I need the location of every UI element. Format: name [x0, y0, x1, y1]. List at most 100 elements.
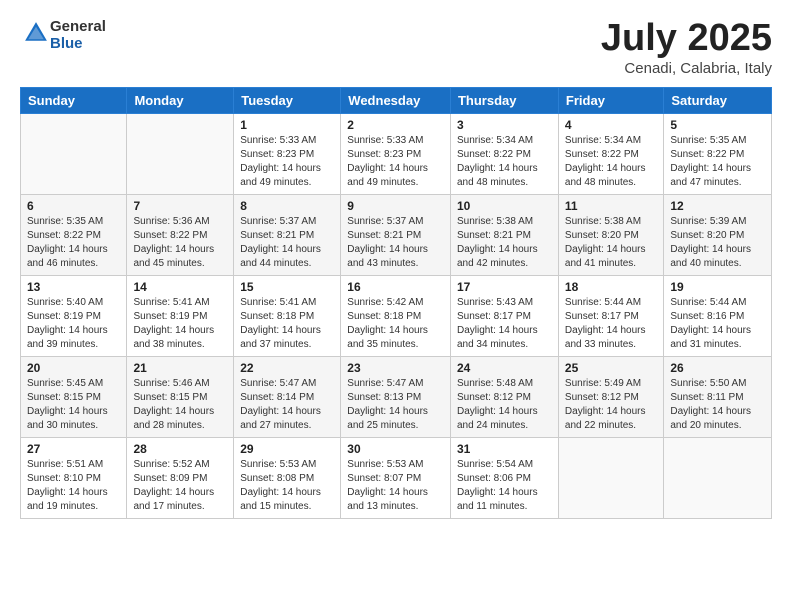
calendar-header-row: SundayMondayTuesdayWednesdayThursdayFrid… [21, 87, 772, 113]
calendar-cell: 7Sunrise: 5:36 AMSunset: 8:22 PMDaylight… [127, 194, 234, 275]
cell-content: Sunrise: 5:53 AMSunset: 8:07 PMDaylight:… [347, 458, 444, 514]
calendar-cell: 5 Sunrise: 5:35 AMSunset: 8:22 PMDaylight… [664, 113, 772, 194]
calendar-cell: 29 Sunrise: 5:53 AMSunset: 8:08 PMDayligh… [234, 437, 341, 518]
day-number: 8 [240, 199, 334, 213]
calendar-cell: 2 Sunrise: 5:33 AMSunset: 8:23 PMDaylight… [341, 113, 451, 194]
day-number: 18 [565, 280, 657, 294]
cell-content: Sunrise: 5:34 AMSunset: 8:22 PMDaylight:… [457, 134, 552, 190]
calendar-cell: 19 Sunrise: 5:44 AMSunset: 8:16 PMDayligh… [664, 275, 772, 356]
day-number: 4 [565, 118, 657, 132]
day-number: 10 [457, 199, 552, 213]
day-number: 19 [670, 280, 765, 294]
cell-content: Sunrise: 5:47 AMSunset: 8:13 PMDaylight:… [347, 377, 444, 433]
cell-content: Sunrise: 5:39 AMSunset: 8:20 PMDaylight:… [670, 215, 765, 271]
calendar-cell: 3 Sunrise: 5:34 AMSunset: 8:22 PMDaylight… [450, 113, 558, 194]
calendar-cell: 24Sunrise: 5:48 AMSunset: 8:12 PMDayligh… [450, 356, 558, 437]
day-number: 3 [457, 118, 552, 132]
month-title: July 2025 [601, 18, 772, 60]
day-number: 23 [347, 361, 444, 375]
cell-content: Sunrise: 5:51 AMSunset: 8:10 PMDaylight:… [27, 458, 120, 514]
cell-content: Sunrise: 5:46 AMSunset: 8:15 PMDaylight:… [133, 377, 227, 433]
cell-content: Sunrise: 5:43 AMSunset: 8:17 PMDaylight:… [457, 296, 552, 352]
day-number: 31 [457, 442, 552, 456]
cell-content: Sunrise: 5:52 AMSunset: 8:09 PMDaylight:… [133, 458, 227, 514]
calendar-cell: 14 Sunrise: 5:41 AMSunset: 8:19 PMDayligh… [127, 275, 234, 356]
calendar-cell [558, 437, 663, 518]
day-number: 9 [347, 199, 444, 213]
calendar-cell: 4 Sunrise: 5:34 AMSunset: 8:22 PMDaylight… [558, 113, 663, 194]
col-header-thursday: Thursday [450, 87, 558, 113]
calendar-cell: 17 Sunrise: 5:43 AMSunset: 8:17 PMDayligh… [450, 275, 558, 356]
calendar-cell: 10 Sunrise: 5:38 AMSunset: 8:21 PMDayligh… [450, 194, 558, 275]
week-row-1: 1 Sunrise: 5:33 AMSunset: 8:23 PMDaylight… [21, 113, 772, 194]
day-number: 2 [347, 118, 444, 132]
logo-general: General [50, 18, 106, 35]
calendar: SundayMondayTuesdayWednesdayThursdayFrid… [20, 87, 772, 519]
day-number: 15 [240, 280, 334, 294]
day-number: 28 [133, 442, 227, 456]
week-row-2: 6 Sunrise: 5:35 AMSunset: 8:22 PMDaylight… [21, 194, 772, 275]
day-number: 21 [133, 361, 227, 375]
calendar-cell: 6 Sunrise: 5:35 AMSunset: 8:22 PMDaylight… [21, 194, 127, 275]
calendar-cell [664, 437, 772, 518]
cell-content: Sunrise: 5:33 AMSunset: 8:23 PMDaylight:… [347, 134, 444, 190]
header: General Blue July 2025 Cenadi, Calabria,… [20, 18, 772, 77]
cell-content: Sunrise: 5:38 AMSunset: 8:21 PMDaylight:… [457, 215, 552, 271]
cell-content: Sunrise: 5:45 AMSunset: 8:15 PMDaylight:… [27, 377, 120, 433]
calendar-cell: 8Sunrise: 5:37 AMSunset: 8:21 PMDaylight… [234, 194, 341, 275]
calendar-cell: 27 Sunrise: 5:51 AMSunset: 8:10 PMDayligh… [21, 437, 127, 518]
cell-content: Sunrise: 5:41 AMSunset: 8:19 PMDaylight:… [133, 296, 227, 352]
day-number: 14 [133, 280, 227, 294]
calendar-cell: 1 Sunrise: 5:33 AMSunset: 8:23 PMDaylight… [234, 113, 341, 194]
day-number: 17 [457, 280, 552, 294]
title-block: July 2025 Cenadi, Calabria, Italy [601, 18, 772, 77]
day-number: 13 [27, 280, 120, 294]
calendar-cell: 16 Sunrise: 5:42 AMSunset: 8:18 PMDayligh… [341, 275, 451, 356]
cell-content: Sunrise: 5:35 AMSunset: 8:22 PMDaylight:… [27, 215, 120, 271]
cell-content: Sunrise: 5:54 AMSunset: 8:06 PMDaylight:… [457, 458, 552, 514]
col-header-sunday: Sunday [21, 87, 127, 113]
col-header-wednesday: Wednesday [341, 87, 451, 113]
day-number: 16 [347, 280, 444, 294]
cell-content: Sunrise: 5:40 AMSunset: 8:19 PMDaylight:… [27, 296, 120, 352]
calendar-cell: 9 Sunrise: 5:37 AMSunset: 8:21 PMDaylight… [341, 194, 451, 275]
location-subtitle: Cenadi, Calabria, Italy [601, 60, 772, 77]
cell-content: Sunrise: 5:35 AMSunset: 8:22 PMDaylight:… [670, 134, 765, 190]
cell-content: Sunrise: 5:44 AMSunset: 8:17 PMDaylight:… [565, 296, 657, 352]
cell-content: Sunrise: 5:44 AMSunset: 8:16 PMDaylight:… [670, 296, 765, 352]
week-row-3: 13 Sunrise: 5:40 AMSunset: 8:19 PMDayligh… [21, 275, 772, 356]
col-header-monday: Monday [127, 87, 234, 113]
calendar-cell [21, 113, 127, 194]
logo-icon [22, 19, 50, 47]
col-header-saturday: Saturday [664, 87, 772, 113]
calendar-cell: 18 Sunrise: 5:44 AMSunset: 8:17 PMDayligh… [558, 275, 663, 356]
logo-blue: Blue [50, 35, 83, 52]
cell-content: Sunrise: 5:36 AMSunset: 8:22 PMDaylight:… [133, 215, 227, 271]
day-number: 27 [27, 442, 120, 456]
cell-content: Sunrise: 5:41 AMSunset: 8:18 PMDaylight:… [240, 296, 334, 352]
calendar-cell: 12 Sunrise: 5:39 AMSunset: 8:20 PMDayligh… [664, 194, 772, 275]
day-number: 22 [240, 361, 334, 375]
cell-content: Sunrise: 5:53 AMSunset: 8:08 PMDaylight:… [240, 458, 334, 514]
day-number: 20 [27, 361, 120, 375]
calendar-cell: 11Sunrise: 5:38 AMSunset: 8:20 PMDayligh… [558, 194, 663, 275]
cell-content: Sunrise: 5:48 AMSunset: 8:12 PMDaylight:… [457, 377, 552, 433]
cell-content: Sunrise: 5:37 AMSunset: 8:21 PMDaylight:… [347, 215, 444, 271]
day-number: 11 [565, 199, 657, 213]
day-number: 6 [27, 199, 120, 213]
calendar-cell: 31 Sunrise: 5:54 AMSunset: 8:06 PMDayligh… [450, 437, 558, 518]
calendar-cell: 21 Sunrise: 5:46 AMSunset: 8:15 PMDayligh… [127, 356, 234, 437]
day-number: 12 [670, 199, 765, 213]
day-number: 25 [565, 361, 657, 375]
cell-content: Sunrise: 5:42 AMSunset: 8:18 PMDaylight:… [347, 296, 444, 352]
calendar-cell: 25Sunrise: 5:49 AMSunset: 8:12 PMDayligh… [558, 356, 663, 437]
calendar-cell: 15 Sunrise: 5:41 AMSunset: 8:18 PMDayligh… [234, 275, 341, 356]
cell-content: Sunrise: 5:34 AMSunset: 8:22 PMDaylight:… [565, 134, 657, 190]
day-number: 5 [670, 118, 765, 132]
day-number: 29 [240, 442, 334, 456]
day-number: 26 [670, 361, 765, 375]
logo-text: General Blue [50, 18, 106, 53]
cell-content: Sunrise: 5:50 AMSunset: 8:11 PMDaylight:… [670, 377, 765, 433]
day-number: 1 [240, 118, 334, 132]
cell-content: Sunrise: 5:33 AMSunset: 8:23 PMDaylight:… [240, 134, 334, 190]
